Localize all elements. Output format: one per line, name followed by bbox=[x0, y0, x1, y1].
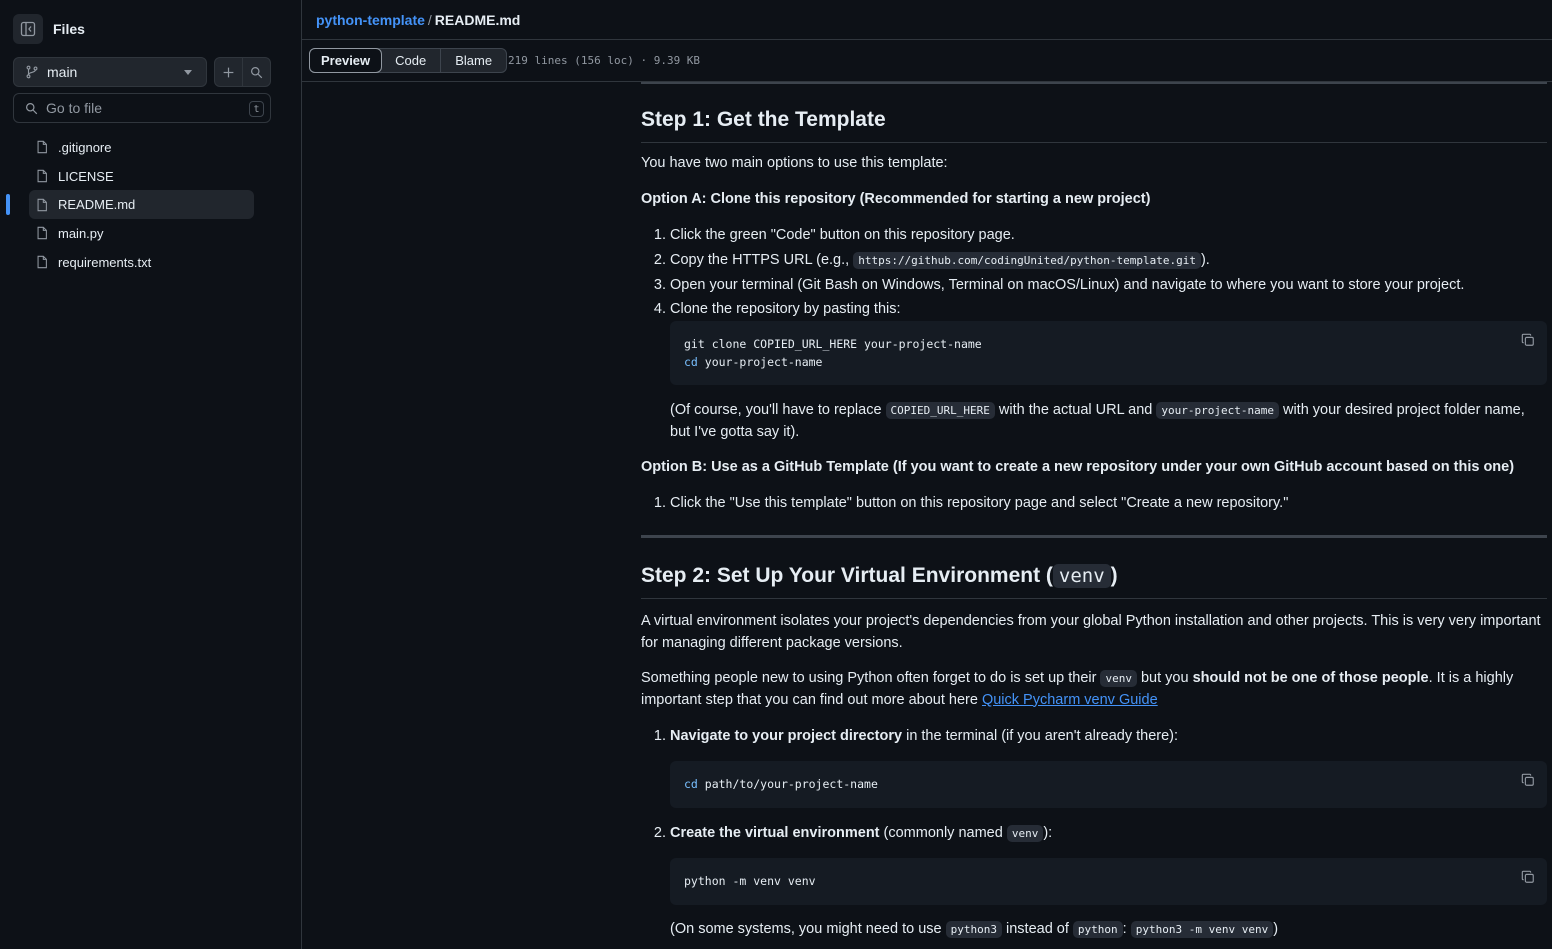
sidebar-collapse-icon bbox=[20, 21, 36, 37]
sidebar-header: Files bbox=[13, 14, 85, 44]
file-name: README.md bbox=[58, 197, 136, 213]
file-tree: .gitignore LICENSE README.md main.py require… bbox=[0, 133, 302, 276]
tab-code[interactable]: Code bbox=[381, 49, 440, 72]
file-icon bbox=[37, 141, 47, 154]
file-tree-item[interactable]: README.md bbox=[0, 190, 302, 219]
branch-name: main bbox=[47, 64, 78, 80]
list-item: Click the green "Code" button on this re… bbox=[670, 225, 1547, 247]
option-b-heading: Option B: Use as a GitHub Template (If y… bbox=[641, 459, 1515, 475]
file-info: 219 lines (156 loc) · 9.39 KB bbox=[508, 54, 701, 67]
search-icon bbox=[251, 66, 263, 78]
file-name: LICENSE bbox=[58, 168, 114, 184]
breadcrumb-repo-link[interactable]: python-template bbox=[316, 12, 425, 28]
step1-heading: Step 1: Get the Template bbox=[641, 104, 1547, 143]
file-tree-sidebar: Files main t .gitignore LICENSE README.md m… bbox=[0, 0, 302, 949]
collapse-sidebar-button[interactable] bbox=[13, 14, 43, 44]
file-icon bbox=[37, 255, 47, 269]
list-item: Click the "Use this template" button on … bbox=[670, 493, 1547, 515]
copy-code-button[interactable] bbox=[1521, 773, 1535, 792]
list-item: Open your terminal (Git Bash on Windows,… bbox=[670, 275, 1547, 297]
inline-code: python bbox=[1072, 921, 1123, 938]
copy-icon bbox=[1521, 333, 1534, 346]
go-to-file-input[interactable] bbox=[46, 100, 236, 116]
copy-icon bbox=[1521, 870, 1534, 883]
list-item: Copy the HTTPS URL (e.g., https://github… bbox=[670, 250, 1547, 272]
pycharm-venv-guide-link[interactable]: Quick Pycharm venv Guide bbox=[982, 692, 1158, 708]
file-tree-item[interactable]: LICENSE bbox=[0, 162, 302, 191]
copy-code-button[interactable] bbox=[1521, 870, 1535, 889]
plus-icon bbox=[223, 67, 234, 77]
inline-code: venv bbox=[1100, 670, 1137, 687]
tab-blame[interactable]: Blame bbox=[440, 49, 506, 72]
go-to-file-field[interactable]: t bbox=[13, 93, 271, 123]
breadcrumb-separator: / bbox=[427, 12, 432, 28]
venv-steps-1: Navigate to your project directory in th… bbox=[641, 726, 1547, 751]
file-icon bbox=[37, 198, 47, 211]
search-files-button[interactable] bbox=[242, 58, 270, 86]
tab-preview[interactable]: Preview bbox=[309, 48, 383, 73]
file-toolbar: Preview Code Blame 219 lines (156 loc) ·… bbox=[302, 40, 1552, 82]
file-tree-item[interactable]: requirements.txt bbox=[0, 248, 302, 277]
git-branch-icon bbox=[26, 65, 38, 79]
readme-preview: Step 1: Get the Template You have two ma… bbox=[641, 82, 1547, 949]
file-name: requirements.txt bbox=[58, 254, 152, 270]
step2-paragraph-2: Something people new to using Python oft… bbox=[641, 670, 1514, 708]
file-name: .gitignore bbox=[58, 139, 112, 155]
copy-code-button[interactable] bbox=[1521, 333, 1535, 352]
keyboard-shortcut-hint: t bbox=[249, 101, 264, 117]
inline-code: venv bbox=[1006, 825, 1044, 842]
code-block: cd path/to/your-project-name bbox=[670, 761, 1547, 808]
inline-code: https://github.com/codingUnited/python-t… bbox=[853, 251, 1201, 269]
view-mode-tabs: Preview Code Blame bbox=[309, 48, 508, 73]
file-tree-item[interactable]: .gitignore bbox=[0, 133, 302, 162]
divider bbox=[641, 535, 1547, 538]
option-a-heading: Option A: Clone this repository (Recomme… bbox=[641, 191, 1151, 207]
option-a-steps: Click the green "Code" button on this re… bbox=[641, 225, 1547, 324]
chevron-down-icon bbox=[184, 70, 192, 75]
file-icon bbox=[37, 227, 47, 240]
list-item: Clone the repository by pasting this: bbox=[670, 299, 1547, 321]
code-block: git clone COPIED_URL_HERE your-project-n… bbox=[670, 321, 1547, 385]
inline-code: python3 bbox=[945, 921, 1002, 938]
inline-code: venv bbox=[1052, 564, 1111, 588]
inline-code: COPIED_URL_HERE bbox=[885, 402, 995, 419]
list-item: Create the virtual environment (commonly… bbox=[670, 823, 1547, 845]
code-block: python -m venv venv bbox=[670, 858, 1547, 905]
breadcrumb: python-template / README.md bbox=[316, 12, 520, 28]
inline-code: your-project-name bbox=[1156, 402, 1279, 419]
python3-note: (On some systems, you might need to use … bbox=[670, 921, 1279, 938]
branch-selector-button[interactable]: main bbox=[13, 57, 207, 87]
divider bbox=[641, 82, 1547, 84]
file-icon bbox=[37, 169, 47, 183]
option-b-steps: Click the "Use this template" button on … bbox=[641, 493, 1547, 518]
sidebar-title: Files bbox=[53, 21, 85, 37]
list-item: Navigate to your project directory in th… bbox=[670, 726, 1547, 748]
step1-intro: You have two main options to use this te… bbox=[641, 155, 948, 171]
file-name: main.py bbox=[58, 225, 104, 241]
breadcrumb-file: README.md bbox=[434, 12, 521, 28]
inline-code: python3 -m venv venv bbox=[1130, 921, 1274, 938]
add-file-button[interactable] bbox=[215, 58, 242, 86]
step2-heading: Step 2: Set Up Your Virtual Environment … bbox=[641, 560, 1547, 599]
venv-steps-2: Create the virtual environment (commonly… bbox=[641, 823, 1547, 848]
search-icon bbox=[26, 102, 38, 114]
clone-note: (Of course, you'll have to replace COPIE… bbox=[670, 402, 1525, 440]
copy-icon bbox=[1521, 773, 1534, 786]
file-header: python-template / README.md bbox=[302, 0, 1552, 40]
sidebar-actions bbox=[214, 57, 271, 87]
file-tree-item[interactable]: main.py bbox=[0, 219, 302, 248]
step2-paragraph-1: A virtual environment isolates your proj… bbox=[641, 613, 1541, 651]
